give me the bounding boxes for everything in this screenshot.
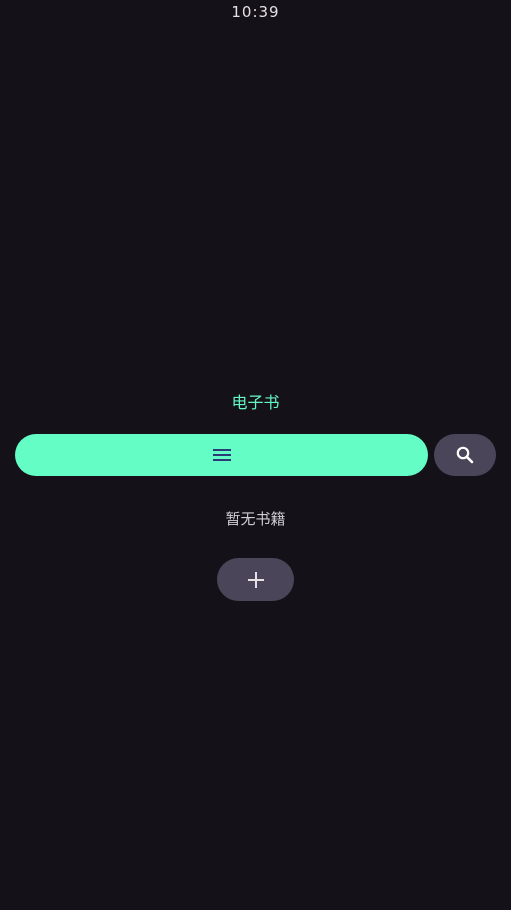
app-screen: 10:39 电子书 暂无书籍 bbox=[0, 0, 511, 910]
search-button[interactable] bbox=[434, 434, 496, 476]
plus-icon bbox=[247, 571, 265, 589]
add-book-button[interactable] bbox=[217, 558, 294, 601]
page-title: 电子书 bbox=[231, 393, 280, 412]
status-bar-time: 10:39 bbox=[231, 3, 280, 21]
menu-icon bbox=[212, 447, 232, 463]
menu-button[interactable] bbox=[15, 434, 428, 476]
empty-library-message: 暂无书籍 bbox=[225, 510, 286, 528]
search-icon bbox=[455, 445, 475, 465]
